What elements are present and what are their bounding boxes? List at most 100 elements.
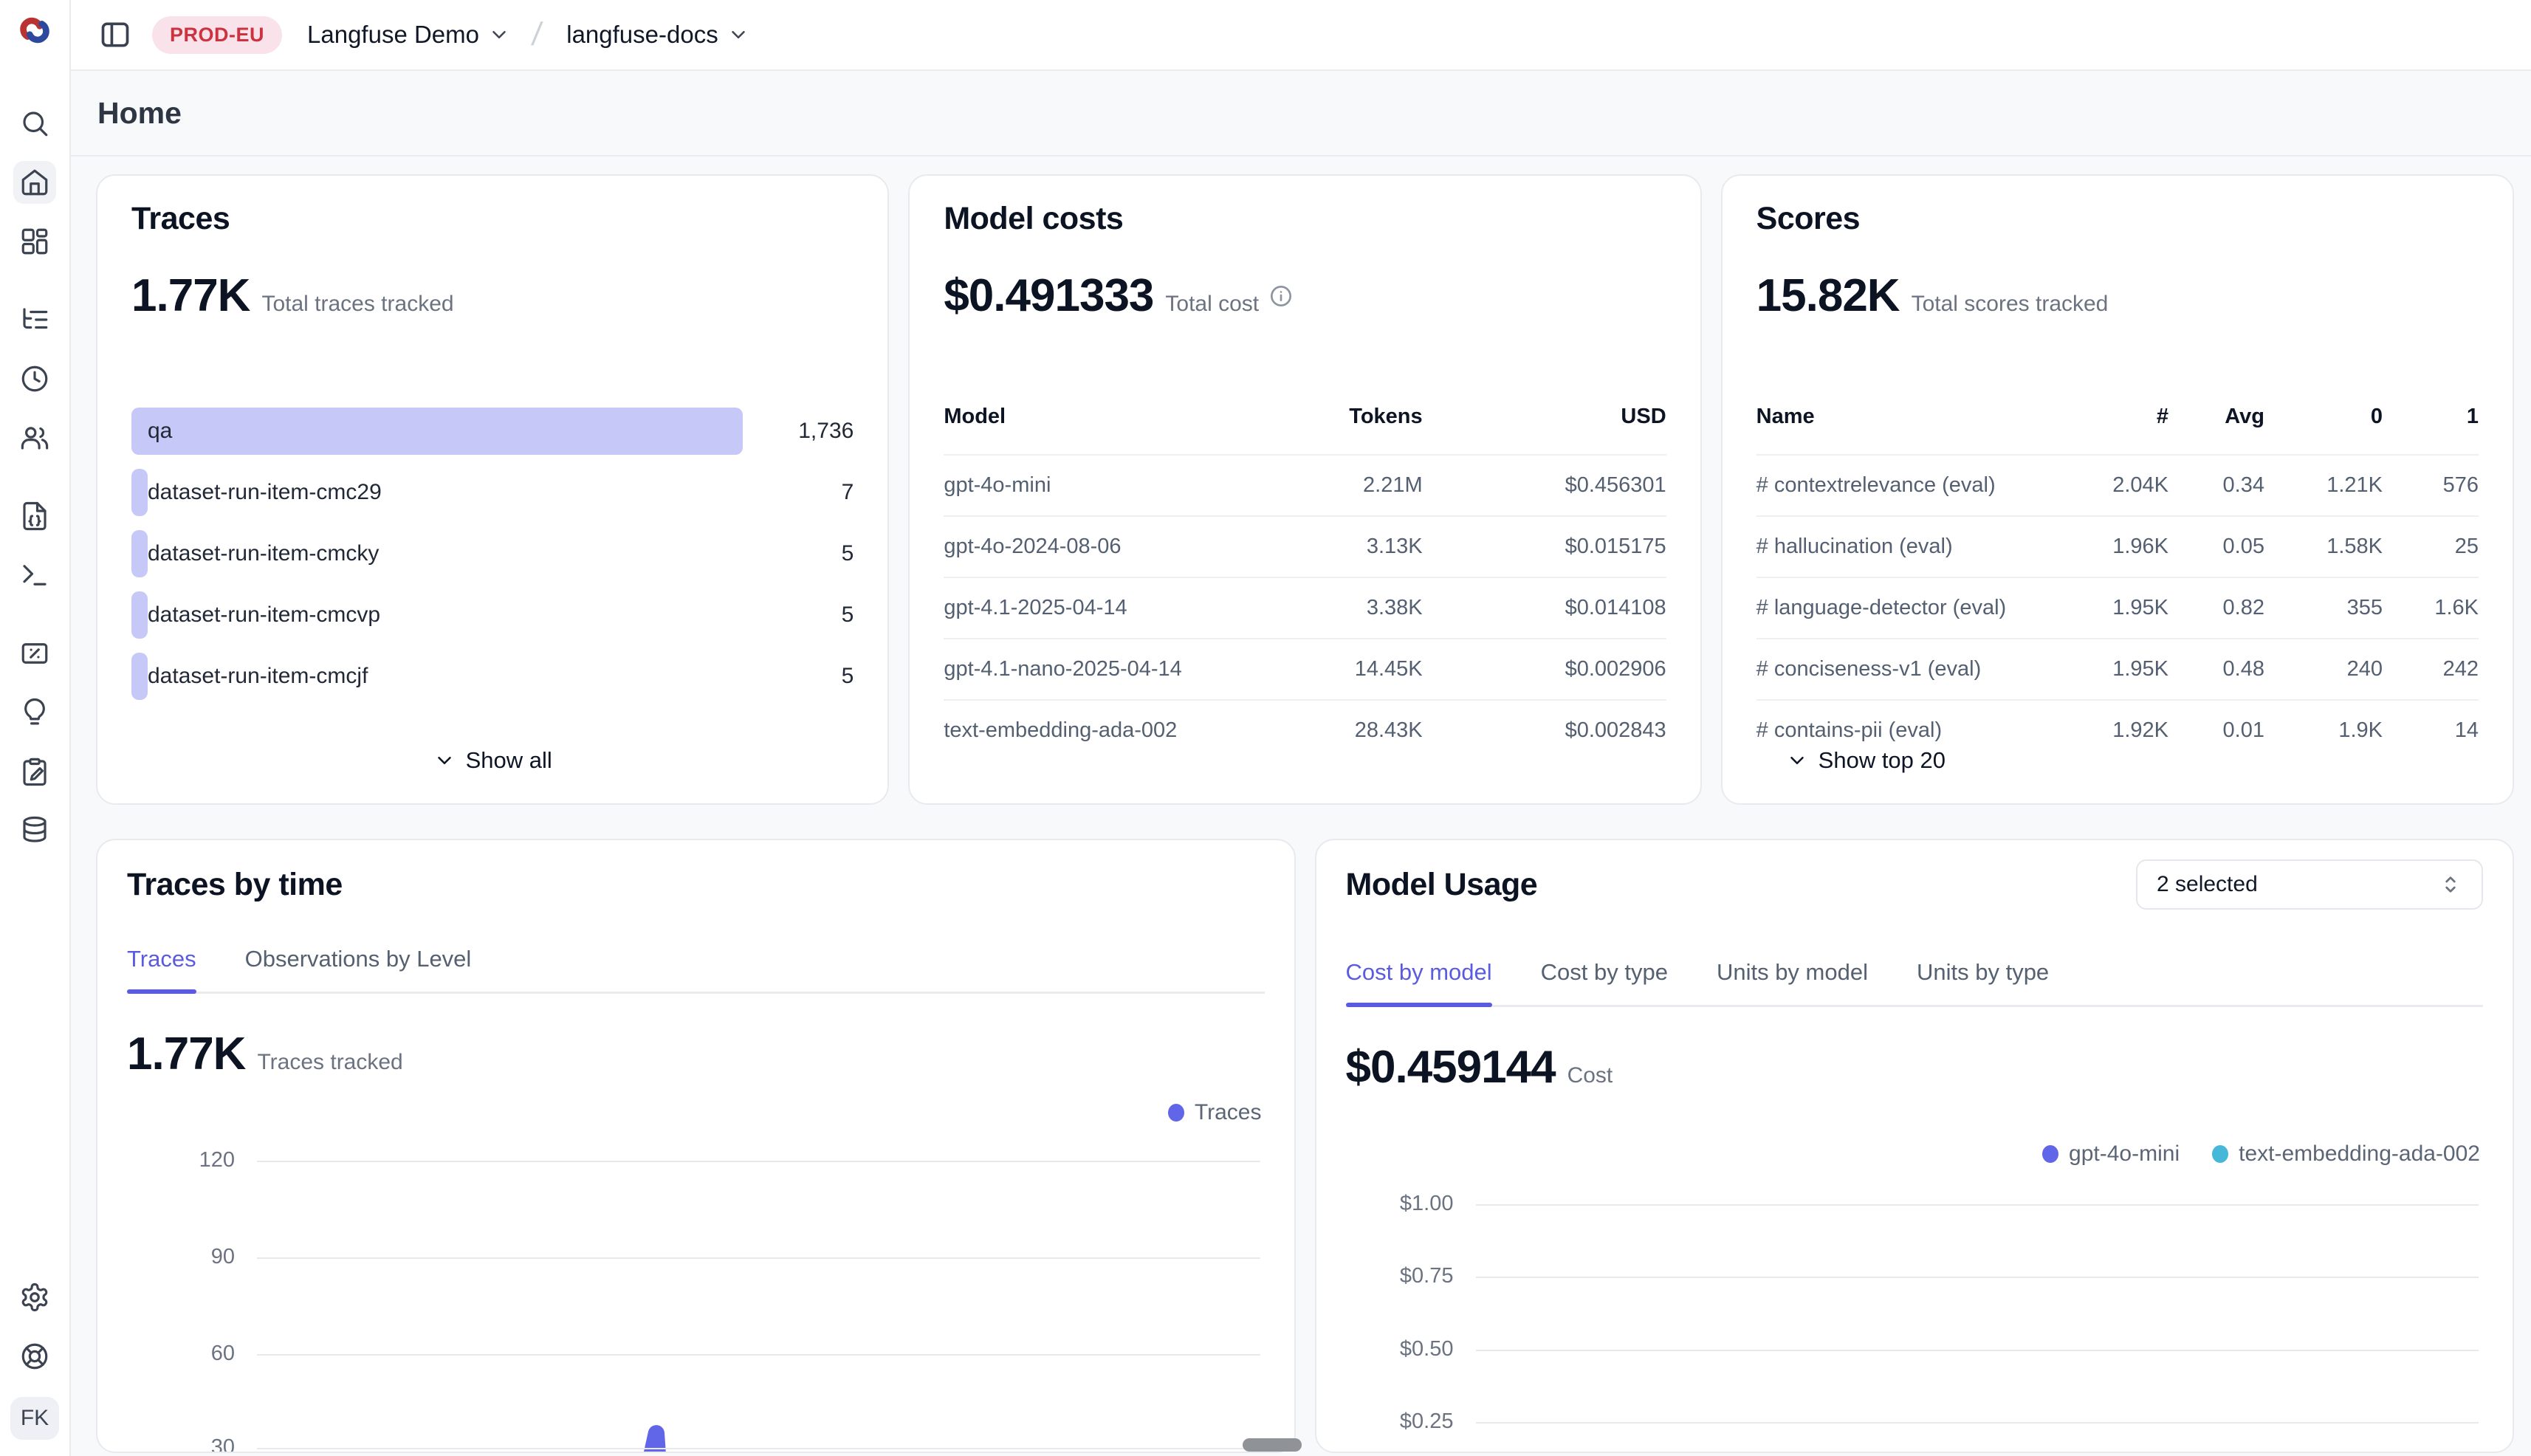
sidebar-item-playground[interactable] bbox=[13, 554, 56, 597]
table-row: gpt-4.1-nano-2025-04-1414.45K$0.002906 bbox=[944, 639, 1666, 700]
gridline bbox=[257, 1161, 1260, 1162]
legend-dot-icon bbox=[2042, 1145, 2058, 1163]
tab-traces[interactable]: Traces bbox=[127, 946, 196, 992]
breadcrumb-separator: / bbox=[529, 16, 543, 53]
gridline bbox=[257, 1257, 1260, 1259]
tree-icon bbox=[19, 304, 50, 335]
legend-dot-icon bbox=[2212, 1145, 2228, 1163]
sidebar-toggle-icon[interactable] bbox=[99, 18, 131, 51]
scores-total-label: Total scores tracked bbox=[1912, 292, 2109, 317]
legend-item: text-embedding-ada-002 bbox=[2212, 1141, 2480, 1167]
area-fill bbox=[272, 1433, 1212, 1453]
show-top-20-button[interactable]: Show top 20 bbox=[1786, 747, 1946, 774]
usage-cost-label: Cost bbox=[1567, 1063, 1613, 1088]
sidebar-nav bbox=[13, 86, 56, 852]
tab-cost-by-type[interactable]: Cost by type bbox=[1541, 959, 1668, 1005]
traces-total: 1.77K bbox=[131, 269, 250, 322]
sidebar-item-search[interactable] bbox=[13, 102, 56, 145]
topbar: PROD-EU Langfuse Demo / langfuse-docs bbox=[71, 0, 2531, 71]
chevrons-up-down-icon bbox=[2439, 873, 2462, 896]
horizontal-scrollbar-thumb[interactable] bbox=[1243, 1438, 1302, 1452]
scores-total: 15.82K bbox=[1756, 269, 1900, 322]
trace-bar-row[interactable]: dataset-run-item-cmcvp 5 bbox=[131, 591, 854, 639]
gridline bbox=[1476, 1277, 2479, 1278]
search-icon bbox=[19, 108, 50, 139]
sidebar-item-tracing[interactable] bbox=[13, 298, 56, 341]
model-select[interactable]: 2 selected bbox=[2136, 859, 2483, 910]
chart-legend: Traces bbox=[1168, 1100, 1262, 1125]
sidebar-item-datasets[interactable] bbox=[13, 809, 56, 852]
gridline bbox=[1476, 1350, 2479, 1351]
sidebar-item-support[interactable] bbox=[13, 1335, 56, 1378]
column-header: Tokens bbox=[1201, 405, 1423, 455]
model-costs-table: ModelTokensUSDgpt-4o-mini2.21M$0.456301g… bbox=[944, 405, 1666, 760]
trace-bar-row[interactable]: dataset-run-item-cmcjf5 bbox=[131, 653, 854, 700]
bar-value: 1,736 bbox=[798, 419, 854, 444]
sidebar-item-home[interactable] bbox=[13, 161, 56, 204]
clipboard-icon bbox=[19, 756, 50, 787]
total-cost-label: Total cost bbox=[1165, 292, 1259, 317]
sidebar-bottom bbox=[13, 1260, 56, 1378]
table-row: # language-detector (eval)1.95K0.823551.… bbox=[1756, 577, 2479, 639]
axis-tick-label: $0.25 bbox=[1343, 1409, 1454, 1434]
org-switcher[interactable]: Langfuse Demo bbox=[307, 21, 510, 49]
tab-units-by-type[interactable]: Units by type bbox=[1917, 959, 2049, 1005]
column-header: 0 bbox=[2264, 405, 2383, 455]
sidebar-item-settings[interactable] bbox=[13, 1276, 56, 1319]
org-name: Langfuse Demo bbox=[307, 21, 479, 49]
project-switcher[interactable]: langfuse-docs bbox=[566, 21, 749, 49]
sidebar-item-sessions[interactable] bbox=[13, 357, 56, 400]
page-title: Home bbox=[97, 96, 182, 131]
eval-icon bbox=[19, 638, 50, 669]
bar bbox=[131, 653, 148, 700]
bar-label: dataset-run-item-cmcvp bbox=[148, 602, 380, 628]
avatar[interactable]: FK bbox=[10, 1397, 59, 1440]
trace-bar-row[interactable]: qa 1,736 bbox=[131, 408, 854, 455]
traces-total-label: Total traces tracked bbox=[261, 292, 453, 317]
gridline bbox=[257, 1448, 1260, 1449]
trace-bar-row[interactable]: dataset-run-item-cmc297 bbox=[131, 469, 854, 516]
langfuse-logo-icon[interactable] bbox=[18, 13, 52, 47]
file-json-icon bbox=[19, 501, 50, 532]
tab-observations-by-level[interactable]: Observations by Level bbox=[245, 946, 472, 992]
legend-item: Traces bbox=[1168, 1100, 1262, 1125]
model-costs-card: Model costs $0.491333 Total cost ModelTo… bbox=[908, 174, 1701, 805]
gridline bbox=[257, 1354, 1260, 1356]
traces-line bbox=[272, 1433, 1212, 1453]
card-title: Scores bbox=[1756, 201, 2479, 237]
sidebar-item-users[interactable] bbox=[13, 416, 56, 459]
bar-value: 5 bbox=[842, 602, 854, 628]
environment-badge: PROD-EU bbox=[152, 16, 282, 54]
tab-units-by-model[interactable]: Units by model bbox=[1717, 959, 1868, 1005]
home-icon bbox=[19, 167, 50, 198]
bar-value: 5 bbox=[842, 541, 854, 566]
column-header: Name bbox=[1756, 405, 2058, 455]
usage-cost: $0.459144 bbox=[1346, 1041, 1556, 1093]
axis-tick-label: $1.00 bbox=[1343, 1192, 1454, 1216]
table-row: # conciseness-v1 (eval)1.95K0.48240242 bbox=[1756, 639, 2479, 700]
axis-tick-label: 30 bbox=[124, 1435, 235, 1453]
chart-legend: gpt-4o-minitext-embedding-ada-002 bbox=[2042, 1141, 2480, 1167]
sidebar-item-insights[interactable] bbox=[13, 691, 56, 734]
sidebar-item-prompts[interactable] bbox=[13, 495, 56, 538]
trace-bar-row[interactable]: dataset-run-item-cmcky5 bbox=[131, 530, 854, 577]
sidebar-item-annotation[interactable] bbox=[13, 750, 56, 793]
gear-icon bbox=[19, 1282, 50, 1313]
axis-tick-label: 60 bbox=[124, 1342, 235, 1366]
table-row: text-embedding-ada-00228.43K$0.002843 bbox=[944, 700, 1666, 760]
column-header: USD bbox=[1423, 405, 1666, 455]
traces-by-time-card: Traces by time TracesObservations by Lev… bbox=[96, 839, 1296, 1453]
tab-cost-by-model[interactable]: Cost by model bbox=[1346, 959, 1492, 1005]
show-all-button[interactable]: Show all bbox=[97, 747, 887, 774]
bar bbox=[131, 469, 148, 516]
sidebar-item-evaluation[interactable] bbox=[13, 632, 56, 675]
gridline bbox=[1476, 1422, 2479, 1424]
bar-label: qa bbox=[148, 419, 172, 444]
info-icon[interactable] bbox=[1269, 284, 1293, 308]
chevron-down-icon bbox=[488, 24, 510, 46]
column-header: Model bbox=[944, 405, 1201, 455]
card-title: Traces bbox=[131, 201, 854, 237]
column-header: # bbox=[2058, 405, 2168, 455]
scores-table: Name#Avg01# contextrelevance (eval)2.04K… bbox=[1756, 405, 2479, 760]
sidebar-item-dashboards[interactable] bbox=[13, 220, 56, 263]
